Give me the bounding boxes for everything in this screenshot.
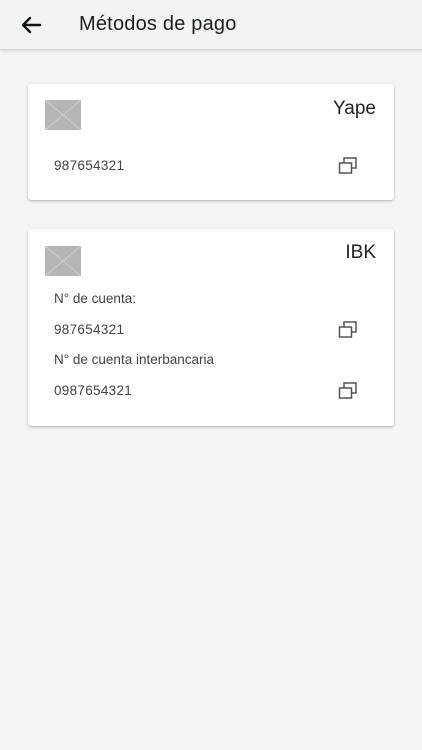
interbank-account-number: 0987654321: [54, 383, 133, 398]
payment-card-ibk: IBK N° de cuenta: 987654321 N° de cuenta…: [28, 229, 394, 426]
copy-icon[interactable]: [338, 321, 358, 339]
bank-name: IBK: [345, 242, 376, 263]
payment-card-yape: Yape 987654321: [28, 84, 394, 200]
app-bar: Métodos de pago: [0, 0, 422, 50]
bank-name: Yape: [333, 98, 376, 119]
account-number: 987654321: [54, 158, 125, 173]
yape-logo-placeholder: [45, 100, 81, 130]
account-number-label: N° de cuenta:: [54, 291, 136, 306]
copy-icon[interactable]: [338, 382, 358, 400]
ibk-logo-placeholder: [45, 246, 81, 276]
interbank-account-label: N° de cuenta interbancaria: [54, 352, 214, 367]
arrow-left-icon: [21, 16, 42, 34]
account-number: 987654321: [54, 322, 125, 337]
page-title: Métodos de pago: [79, 13, 237, 35]
back-button[interactable]: [16, 11, 46, 39]
copy-icon[interactable]: [338, 157, 358, 175]
